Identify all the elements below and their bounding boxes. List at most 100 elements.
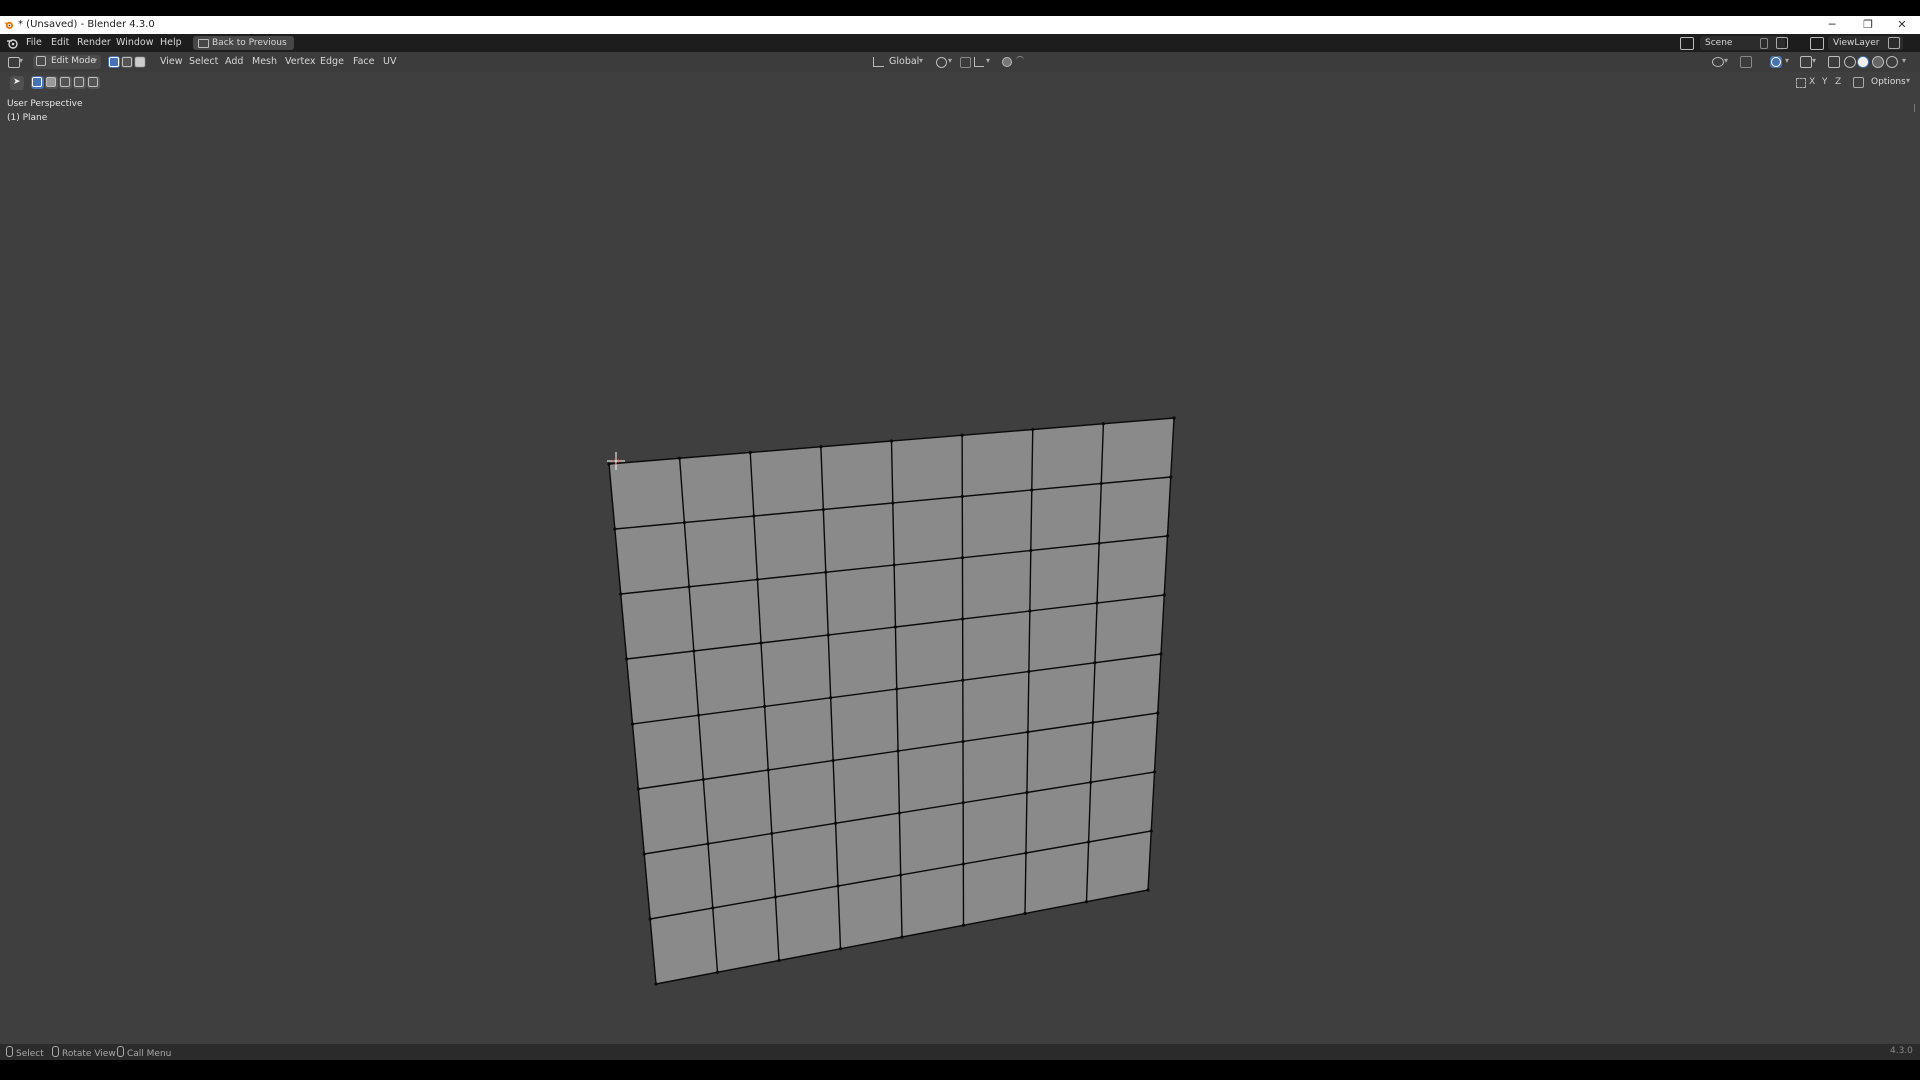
face-select-mode-button[interactable]: [134, 56, 146, 68]
select-invert-icon: [74, 77, 84, 87]
menu-select[interactable]: Select: [189, 56, 218, 67]
material-preview-icon[interactable]: [1872, 56, 1884, 68]
version-label: 4.3.0: [1890, 1046, 1913, 1056]
top-menubar: File Edit Render Window Help Back to Pre…: [0, 34, 1920, 52]
mode-chevron-icon: ▾: [93, 56, 98, 65]
menu-file[interactable]: File: [26, 37, 42, 48]
proportional-editing-icon[interactable]: [1002, 57, 1012, 67]
editor-type-chevron-icon: ▾: [19, 56, 24, 65]
select-mode-subtract-button[interactable]: [59, 76, 72, 89]
menu-help[interactable]: Help: [160, 37, 182, 48]
select-mode-extend-button[interactable]: [45, 76, 58, 89]
mouse-right-icon: [117, 1046, 124, 1057]
menu-add[interactable]: Add: [225, 56, 243, 67]
menu-face[interactable]: Face: [353, 56, 374, 67]
pivot-point-icon[interactable]: [936, 57, 947, 68]
scene-icon[interactable]: [1680, 37, 1694, 50]
falloff-icon[interactable]: [1016, 56, 1024, 66]
overlays-toggle-button[interactable]: [1770, 56, 1782, 68]
visibility-eye-icon[interactable]: [1712, 57, 1724, 67]
blender-menu-icon[interactable]: [6, 37, 18, 49]
edge-select-mode-button[interactable]: [121, 56, 133, 68]
mirror-y-toggle[interactable]: Y: [1822, 77, 1828, 87]
gizmo-toggle-icon[interactable]: [1740, 56, 1752, 68]
solid-shading-icon: [1858, 57, 1868, 67]
select-mode-intersect-button[interactable]: [87, 76, 100, 89]
mesh-edit-overlays-icon[interactable]: [1800, 56, 1812, 68]
snap-target-icon[interactable]: [974, 57, 984, 67]
menu-mesh[interactable]: Mesh: [252, 56, 277, 67]
status-rotate-view: Rotate View: [52, 1046, 116, 1059]
sidebar-toggle-icon[interactable]: [1914, 104, 1919, 112]
edit-mode-icon: [36, 56, 46, 66]
window-title: * (Unsaved) - Blender 4.3.0: [18, 19, 155, 30]
3d-viewport[interactable]: [0, 52, 1920, 1044]
status-rotate-view-label: Rotate View: [62, 1049, 116, 1059]
restore-button[interactable]: ❐: [1858, 17, 1878, 33]
menu-uv[interactable]: UV: [383, 56, 396, 67]
close-button[interactable]: ✕: [1892, 17, 1912, 33]
status-select: Select: [6, 1046, 44, 1059]
pin-icon[interactable]: [1760, 38, 1768, 49]
orientation-chevron-icon: ▾: [919, 56, 924, 65]
mode-selector[interactable]: Edit Mode ▾: [33, 55, 101, 69]
minimize-button[interactable]: ─: [1822, 17, 1842, 33]
face-select-icon: [135, 57, 145, 67]
mode-label: Edit Mode: [51, 56, 96, 66]
view-layer-label: ViewLayer: [1833, 38, 1880, 48]
select-intersect-icon: [88, 77, 98, 87]
mouse-left-icon: [6, 1046, 13, 1057]
edge-select-icon: [122, 57, 132, 67]
rendered-shading-icon[interactable]: [1886, 56, 1898, 68]
back-to-previous-label: Back to Previous: [212, 38, 287, 48]
back-to-previous-button[interactable]: Back to Previous: [193, 36, 294, 50]
select-tool-button[interactable]: ➤: [10, 76, 24, 90]
xray-toggle-icon[interactable]: [1828, 56, 1840, 68]
status-select-label: Select: [16, 1049, 44, 1059]
status-bar: Select Rotate View Call Menu 4.3.0: [0, 1044, 1920, 1060]
snap-chevron-icon: ▾: [986, 56, 991, 65]
options-chevron-icon: ▾: [1906, 76, 1911, 85]
menu-render[interactable]: Render: [77, 37, 111, 48]
menu-vertex[interactable]: Vertex: [285, 56, 316, 67]
blender-logo-icon: [3, 21, 14, 30]
transform-orientation-label[interactable]: Global: [889, 56, 919, 67]
auto-merge-icon[interactable]: [1853, 77, 1864, 88]
overlays-icon: [1771, 57, 1781, 67]
mirror-icon: [1796, 78, 1806, 88]
scene-label: Scene: [1705, 38, 1733, 48]
visibility-chevron-icon: ▾: [1724, 56, 1729, 65]
shading-chevron-icon: ▾: [1902, 56, 1907, 65]
status-call-menu-label: Call Menu: [127, 1049, 172, 1059]
options-dropdown[interactable]: Options: [1871, 77, 1906, 87]
mouse-middle-icon: [52, 1046, 59, 1057]
view-layer-icon[interactable]: [1810, 37, 1824, 50]
snap-toggle-icon[interactable]: [960, 57, 971, 68]
vertex-select-icon: [109, 57, 119, 67]
transform-orientation-icon[interactable]: [873, 57, 884, 67]
select-mode-new-button[interactable]: [31, 76, 44, 89]
wireframe-shading-icon[interactable]: [1844, 56, 1856, 68]
mesh-overlays-chevron-icon: ▾: [1812, 56, 1817, 65]
view-name-label: User Perspective: [7, 99, 83, 109]
menu-edit[interactable]: Edit: [51, 37, 69, 48]
select-subtract-icon: [60, 77, 70, 87]
menu-view[interactable]: View: [160, 56, 183, 67]
mirror-x-toggle[interactable]: X: [1809, 77, 1815, 87]
menu-window[interactable]: Window: [116, 37, 153, 48]
mirror-z-toggle[interactable]: Z: [1835, 77, 1841, 87]
new-scene-icon[interactable]: [1776, 37, 1788, 49]
menu-edge[interactable]: Edge: [320, 56, 344, 67]
vertex-select-mode-button[interactable]: [108, 56, 120, 68]
screen-icon: [198, 39, 209, 48]
active-object-label: (1) Plane: [7, 113, 48, 123]
solid-shading-button[interactable]: [1857, 56, 1869, 68]
new-view-layer-icon[interactable]: [1888, 37, 1900, 49]
status-call-menu: Call Menu: [117, 1046, 171, 1059]
cursor-arrow-icon: ➤: [13, 77, 21, 87]
select-extend-icon: [46, 77, 56, 87]
pivot-chevron-icon: ▾: [948, 56, 953, 65]
window-titlebar: * (Unsaved) - Blender 4.3.0 ─ ❐ ✕: [0, 16, 1920, 34]
scene-field[interactable]: Scene: [1700, 36, 1785, 50]
select-mode-invert-button[interactable]: [73, 76, 86, 89]
